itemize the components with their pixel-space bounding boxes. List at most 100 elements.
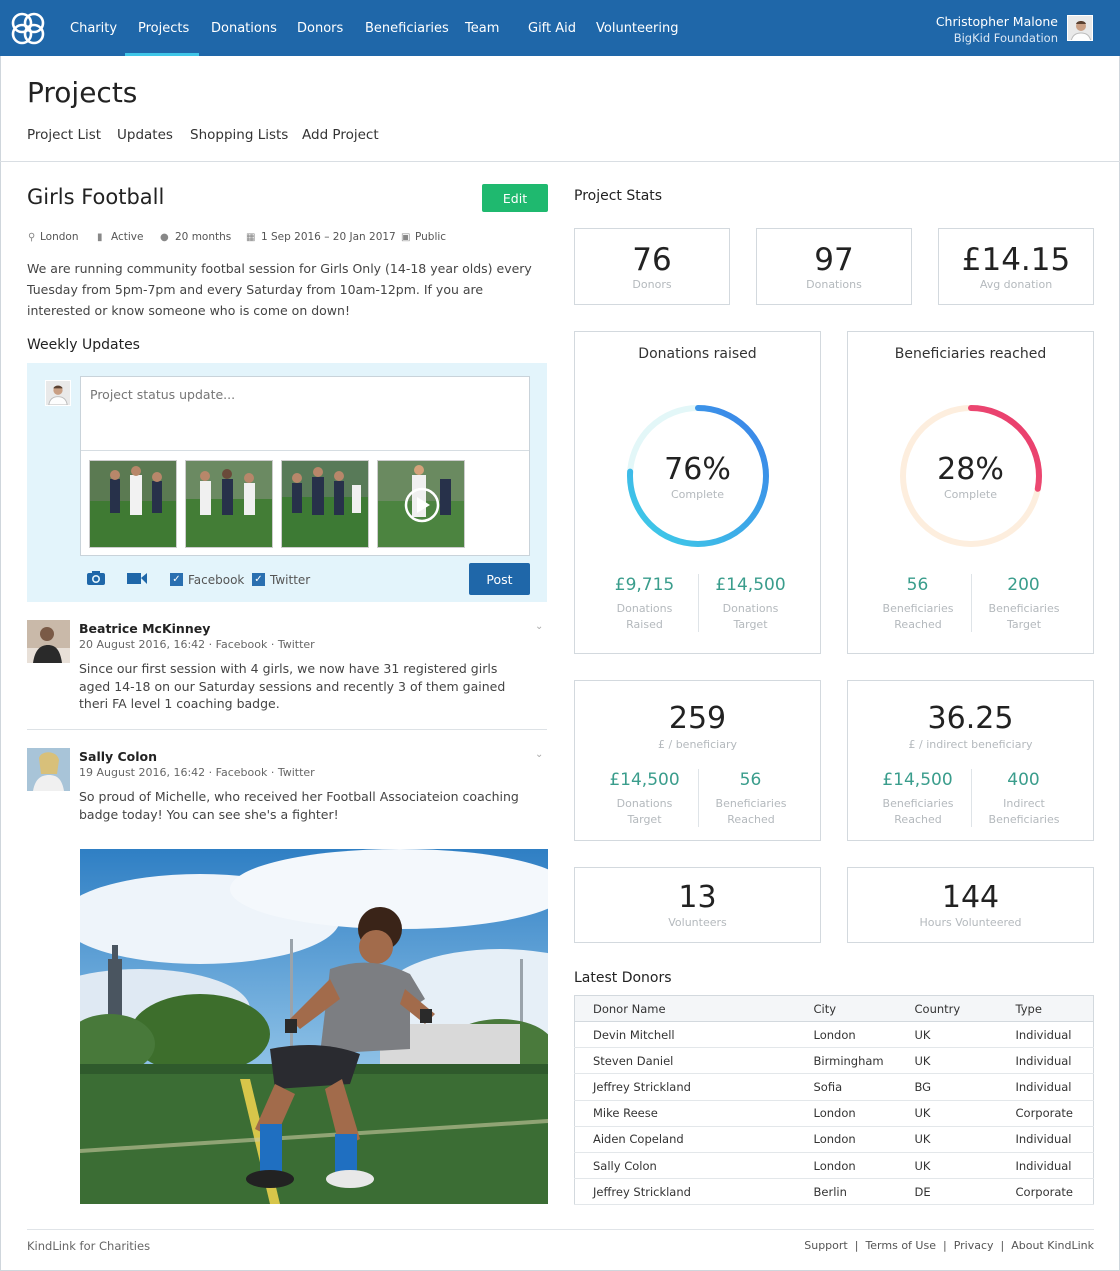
attached-video-thumbnail[interactable] [377, 460, 465, 548]
meta-location: London [40, 231, 79, 243]
twitter-checkbox[interactable]: ✓ [252, 573, 265, 586]
page-title: Projects [27, 76, 138, 109]
post-author-avatar [27, 748, 70, 791]
nav-projects[interactable]: Projects [138, 21, 189, 36]
meta-dates: 1 Sep 2016 – 20 Jan 2017 [261, 231, 396, 243]
video-camera-icon[interactable] [126, 570, 148, 590]
attached-photo-thumbnail[interactable] [281, 460, 369, 548]
donor-name-cell: Sally Colon [574, 1152, 796, 1180]
donations-target-value: £14,500 [715, 575, 786, 595]
donor-name-cell: Devin Mitchell [574, 1021, 796, 1049]
volunteers-card: 13 Volunteers [574, 867, 821, 943]
beneficiaries-target-label: Beneficiaries Target [988, 602, 1060, 631]
indirect-beneficiaries-label: Indirect Beneficiaries [988, 797, 1060, 826]
table-row[interactable]: Jeffrey Strickland Berlin DE Corporate [574, 1178, 1094, 1206]
post-meta: 20 August 2016, 16:42 · Facebook · Twitt… [79, 638, 315, 651]
column-header-type[interactable]: Type [997, 995, 1094, 1022]
per-beneficiary-reached-label: Beneficiaries Reached [715, 797, 787, 826]
beneficiaries-complete-label: Complete [943, 488, 997, 501]
nav-beneficiaries[interactable]: Beneficiaries [365, 21, 449, 36]
nav-volunteering[interactable]: Volunteering [596, 21, 678, 36]
project-stats-heading: Project Stats [574, 188, 663, 204]
city-cell: Birmingham [795, 1047, 897, 1075]
nav-gift-aid[interactable]: Gift Aid [528, 21, 576, 36]
table-row[interactable]: Jeffrey Strickland Sofia BG Individual [574, 1073, 1094, 1101]
footer-link-terms[interactable]: Terms of Use [865, 1239, 936, 1252]
camera-icon[interactable] [86, 570, 106, 590]
per-beneficiary-label: £ / beneficiary [658, 738, 737, 751]
donor-name-cell: Aiden Copeland [574, 1126, 796, 1153]
hours-volunteered-card: 144 Hours Volunteered [847, 867, 1094, 943]
table-row[interactable]: Steven Daniel Birmingham UK Individual [574, 1047, 1094, 1075]
attached-photo-thumbnail[interactable] [89, 460, 177, 548]
footer-link-about[interactable]: About KindLink [1011, 1239, 1094, 1252]
subnav-project-list[interactable]: Project List [27, 127, 101, 143]
status-update-input[interactable] [81, 377, 529, 451]
subnav-updates[interactable]: Updates [117, 127, 173, 143]
table-row[interactable]: Devin Mitchell London UK Individual [574, 1021, 1094, 1049]
nav-charity[interactable]: Charity [70, 21, 117, 36]
table-row[interactable]: Sally Colon London UK Individual [574, 1152, 1094, 1180]
meta-visibility: Public [415, 231, 447, 243]
avg-donation-value: £14.15 [961, 242, 1071, 278]
type-cell: Individual [997, 1021, 1094, 1049]
calendar-icon: ▦ [246, 232, 256, 243]
donor-name-cell: Steven Daniel [574, 1047, 796, 1075]
donations-percent: 76% [664, 452, 731, 487]
city-cell: Sofia [795, 1073, 897, 1101]
chevron-down-icon[interactable]: ⌄ [535, 749, 543, 760]
footer-link-support[interactable]: Support [804, 1239, 847, 1252]
kindlink-logo-icon[interactable] [11, 12, 45, 45]
country-cell: UK [896, 1100, 998, 1127]
latest-donors-heading: Latest Donors [574, 970, 672, 986]
donations-complete-label: Complete [670, 488, 724, 501]
facebook-checkbox-label[interactable]: Facebook [188, 573, 244, 587]
column-header-donor-name[interactable]: Donor Name [574, 995, 796, 1022]
nav-donations[interactable]: Donations [211, 21, 277, 36]
facebook-checkbox[interactable]: ✓ [170, 573, 183, 586]
donations-raised-card: Donations raised 76% Complete £9,715 Don… [574, 331, 821, 654]
subnav-add-project[interactable]: Add Project [302, 127, 379, 143]
donor-name-cell: Jeffrey Strickland [574, 1178, 796, 1206]
per-beneficiary-donations-target-label: Donations Target [616, 797, 673, 826]
per-indirect-beneficiary-card: 36.25 £ / indirect beneficiary £14,500 B… [847, 680, 1094, 841]
table-row[interactable]: Aiden Copeland London UK Individual [574, 1126, 1094, 1153]
post-author-name[interactable]: Sally Colon [79, 749, 157, 764]
donations-target-label: Donations Target [722, 602, 779, 631]
table-row[interactable]: Mike Reese London UK Corporate [574, 1100, 1094, 1127]
post-photo[interactable] [80, 849, 548, 1204]
chevron-down-icon[interactable]: ⌄ [535, 621, 543, 632]
post-button[interactable]: Post [469, 563, 530, 595]
beneficiaries-reached-value: 56 [906, 575, 929, 595]
beneficiaries-reached-card: Beneficiaries reached 28% Complete 56 Be… [847, 331, 1094, 654]
column-header-city[interactable]: City [795, 995, 897, 1022]
per-beneficiary-reached: 56 [739, 770, 762, 790]
meta-duration: 20 months [175, 231, 232, 243]
column-header-country[interactable]: Country [896, 995, 998, 1022]
avg-donation-label: Avg donation [979, 278, 1053, 291]
nav-team[interactable]: Team [465, 21, 499, 36]
subnav-shopping-lists[interactable]: Shopping Lists [190, 127, 288, 143]
footer-link-privacy[interactable]: Privacy [954, 1239, 994, 1252]
country-cell: UK [896, 1021, 998, 1049]
hours-volunteered-count: 144 [941, 880, 1000, 915]
twitter-checkbox-label[interactable]: Twitter [270, 573, 310, 587]
city-cell: Berlin [795, 1178, 897, 1206]
user-organisation: BigKid Foundation [953, 31, 1058, 45]
user-avatar[interactable] [1067, 15, 1093, 41]
per-beneficiary-card: 259 £ / beneficiary £14,500 Donations Ta… [574, 680, 821, 841]
nav-active-indicator [125, 53, 199, 56]
beneficiaries-percent: 28% [937, 452, 1004, 487]
project-description: We are running community footbal session… [27, 261, 532, 318]
nav-donors[interactable]: Donors [297, 21, 343, 36]
volunteers-count: 13 [678, 880, 717, 915]
attached-photo-thumbnail[interactable] [185, 460, 273, 548]
volunteers-label: Volunteers [668, 916, 727, 929]
city-cell: London [795, 1021, 897, 1049]
user-name[interactable]: Christopher Malone [936, 14, 1058, 29]
post-author-name[interactable]: Beatrice McKinney [79, 621, 210, 636]
edit-button[interactable]: Edit [482, 184, 548, 212]
beneficiaries-reached-title: Beneficiaries reached [894, 346, 1047, 362]
header-divider [0, 161, 1120, 162]
footer-links: Support | Terms of Use | Privacy | About… [804, 1239, 1094, 1252]
